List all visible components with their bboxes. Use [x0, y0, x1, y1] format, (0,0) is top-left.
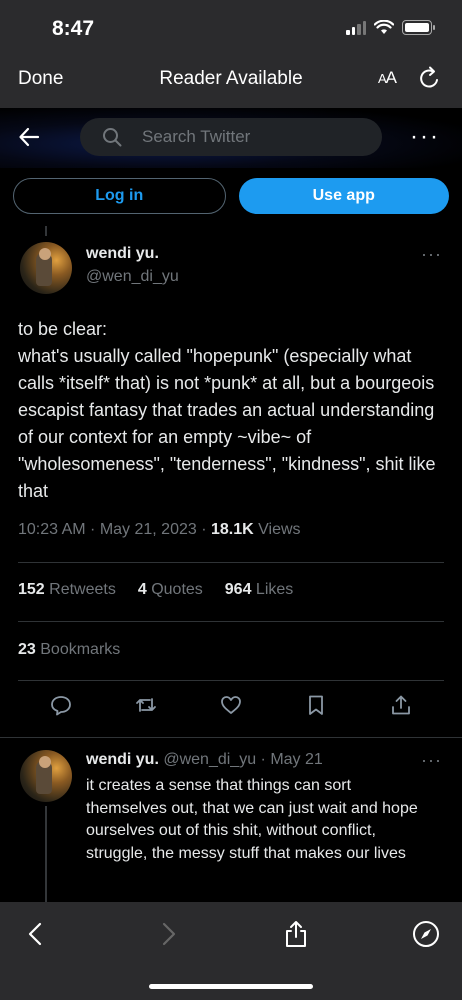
safari-forward-icon[interactable]	[154, 920, 182, 948]
retweets-label: Retweets	[44, 581, 116, 598]
tweet-meta: 10:23 AM · May 21, 2023 · 18.1K Views	[18, 521, 301, 539]
status-icons	[346, 20, 435, 35]
reply-icon[interactable]	[50, 694, 72, 716]
divider	[0, 737, 462, 738]
safari-back-icon[interactable]	[22, 920, 50, 948]
quotes-count: 4	[137, 581, 147, 598]
twitter-header: Search Twitter ···	[0, 108, 462, 168]
bookmarks-count: 23	[18, 641, 36, 658]
wifi-icon	[374, 20, 394, 34]
reply-author-handle[interactable]: @wen_di_yu	[163, 751, 256, 768]
likes-count: 964	[224, 581, 252, 598]
compass-icon[interactable]	[412, 920, 440, 948]
battery-icon	[402, 20, 435, 35]
reply-text: it creates a sense that things can sort …	[86, 777, 418, 862]
retweet-icon[interactable]	[135, 694, 157, 716]
retweets-stat[interactable]: 152 Retweets	[18, 581, 116, 599]
likes-stat[interactable]: 964 Likes	[225, 581, 294, 599]
tweet-timestamp[interactable]: 10:23 AM · May 21, 2023 ·	[18, 521, 211, 538]
thread-connector	[45, 226, 47, 236]
retweets-count: 152	[18, 581, 45, 598]
more-icon[interactable]: ···	[410, 125, 440, 149]
bookmarks-label: Bookmarks	[35, 641, 121, 658]
views-count: 18.1K	[211, 521, 254, 538]
quotes-label: Quotes	[146, 581, 203, 598]
divider	[18, 562, 444, 563]
reply-date[interactable]: · May 21	[256, 751, 323, 768]
login-button[interactable]: Log in	[13, 178, 226, 214]
status-bar: 8:47	[0, 0, 462, 56]
cellular-signal-icon	[346, 20, 366, 35]
avatar[interactable]	[20, 242, 72, 294]
reply-avatar[interactable]	[20, 750, 72, 802]
reply-header: wendi yu. @wen_di_yu · May 21	[86, 751, 323, 769]
author-handle[interactable]: @wen_di_yu	[86, 268, 179, 286]
share-icon[interactable]	[390, 694, 412, 716]
status-time: 8:47	[52, 17, 95, 40]
thread-connector	[45, 806, 47, 902]
bookmarks-stat[interactable]: 23 Bookmarks	[18, 641, 120, 659]
home-indicator	[149, 984, 313, 989]
search-bar[interactable]: Search Twitter	[80, 118, 382, 156]
auth-buttons: Log in Use app	[13, 178, 449, 214]
like-icon[interactable]	[220, 694, 242, 716]
reload-icon[interactable]	[418, 65, 442, 91]
views-label: Views	[253, 521, 301, 538]
avatar-head	[39, 248, 51, 260]
safari-share-icon[interactable]	[282, 920, 310, 948]
reply-more-icon[interactable]: ···	[421, 750, 442, 771]
reply-author-name[interactable]: wendi yu.	[86, 751, 159, 768]
divider	[18, 621, 444, 622]
divider	[18, 680, 444, 681]
quotes-stat[interactable]: 4 Quotes	[138, 581, 203, 599]
aa-small: A	[377, 71, 387, 86]
bookmark-icon[interactable]	[305, 694, 327, 716]
safari-top-bar: Done Reader Available AA	[0, 56, 462, 108]
search-input[interactable]: Search Twitter	[142, 127, 250, 147]
use-app-button[interactable]: Use app	[238, 178, 449, 214]
back-arrow-icon[interactable]	[18, 126, 40, 148]
text-size-button[interactable]: AA	[377, 68, 397, 88]
tweet-stats: 152 Retweets 4 Quotes 964 Likes	[18, 581, 293, 599]
author-name[interactable]: wendi yu.	[86, 245, 159, 263]
avatar-head	[39, 756, 51, 768]
tweet-text: to be clear: what's usually called "hope…	[18, 319, 436, 501]
search-icon	[103, 128, 122, 147]
likes-label: Likes	[251, 581, 294, 598]
tweet-actions	[50, 694, 412, 716]
aa-big: A	[385, 68, 397, 87]
tweet-more-icon[interactable]: ···	[421, 244, 442, 265]
